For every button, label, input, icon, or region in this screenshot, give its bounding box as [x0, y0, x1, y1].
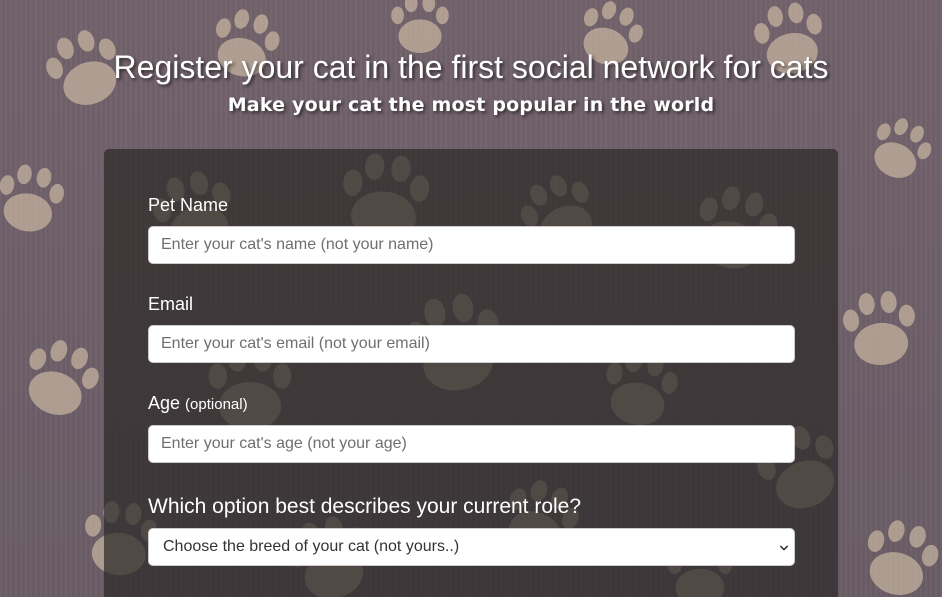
- breed-select-value: Choose the breed of your cat (not yours.…: [163, 538, 460, 555]
- page-subtitle: Make your cat the most popular in the wo…: [227, 94, 715, 116]
- paw-print-icon: [867, 520, 939, 595]
- pet-name-label: Pet Name: [148, 194, 228, 216]
- page-title: Register your cat in the first social ne…: [113, 49, 829, 85]
- email-input[interactable]: [148, 325, 795, 363]
- optional-note: (optional): [185, 396, 248, 413]
- paw-print-icon: [28, 340, 99, 415]
- paw-print-icon: [874, 118, 932, 178]
- age-label-text: Age: [148, 393, 181, 413]
- email-label: Email: [148, 293, 193, 315]
- chevron-down-icon: [780, 545, 788, 551]
- age-input[interactable]: [148, 425, 795, 463]
- registration-form: Pet Name Email Age (optional) Which opti…: [104, 149, 838, 597]
- paw-print-icon: [0, 164, 64, 232]
- pet-name-input[interactable]: [148, 226, 795, 264]
- paw-print-icon: [391, 0, 449, 53]
- pet-name-label-text: Pet Name: [148, 195, 229, 215]
- email-label-text: Email: [148, 294, 194, 314]
- breed-select[interactable]: Choose the breed of your cat (not yours.…: [148, 528, 795, 566]
- age-label: Age (optional): [148, 392, 248, 416]
- paw-print-icon: [843, 291, 915, 365]
- role-question: Which option best describes your current…: [148, 495, 582, 518]
